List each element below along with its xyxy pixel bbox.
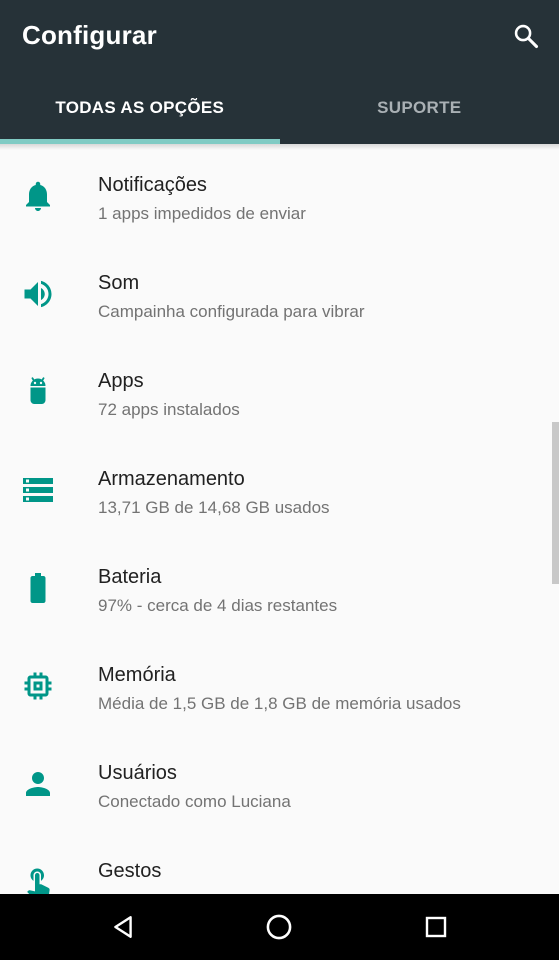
recents-icon [425, 916, 447, 938]
settings-item-label: Som [98, 272, 140, 294]
navigation-bar [0, 894, 559, 960]
back-icon [114, 916, 132, 938]
settings-item-apps[interactable]: Apps 72 apps instalados [0, 346, 559, 444]
person-icon [26, 772, 50, 796]
storage-icon [23, 478, 53, 502]
settings-item-label: Bateria [98, 566, 162, 588]
tab-suporte[interactable]: SUPORTE [280, 76, 559, 140]
settings-item-label: Gestos [98, 860, 162, 882]
settings-item-label: Notificações [98, 174, 207, 196]
settings-item-armazenamento[interactable]: Armazenamento 13,71 GB de 14,68 GB usado… [0, 444, 559, 542]
memory-icon [24, 672, 52, 700]
tab-todas-as-opcoes[interactable]: TODAS AS OPÇÕES [0, 76, 280, 140]
settings-item-label: Memória [98, 664, 176, 686]
settings-item-summary: Campainha configurada para vibrar [98, 302, 365, 321]
settings-item-usuarios[interactable]: Usuários Conectado como Luciana [0, 738, 559, 836]
settings-list: Notificações 1 apps impedidos de enviar … [0, 150, 559, 894]
settings-item-som[interactable]: Som Campainha configurada para vibrar [0, 248, 559, 346]
back-button[interactable] [98, 902, 148, 952]
settings-item-notificacoes[interactable]: Notificações 1 apps impedidos de enviar [0, 150, 559, 248]
volume-icon [24, 280, 52, 308]
settings-item-label: Usuários [98, 762, 177, 784]
settings-item-summary: 13,71 GB de 14,68 GB usados [98, 498, 330, 517]
app-bar: Configurar TODAS AS OPÇÕES SUPORTE [0, 0, 559, 144]
settings-item-label: Armazenamento [98, 468, 245, 490]
scrollbar[interactable] [552, 422, 559, 584]
settings-item-summary: 1 apps impedidos de enviar [98, 204, 306, 223]
gesture-icon [27, 868, 50, 894]
recents-button[interactable] [411, 902, 461, 952]
bell-icon [26, 181, 50, 211]
settings-item-bateria[interactable]: Bateria 97% - cerca de 4 dias restantes [0, 542, 559, 640]
home-button[interactable] [254, 902, 304, 952]
settings-item-label: Apps [98, 370, 144, 392]
search-icon [514, 24, 539, 49]
settings-item-summary: 97% - cerca de 4 dias restantes [98, 596, 338, 615]
search-button[interactable] [506, 16, 546, 56]
tab-bar: TODAS AS OPÇÕES SUPORTE [0, 76, 559, 144]
home-icon [266, 914, 292, 940]
settings-item-summary: 72 apps instalados [98, 400, 240, 419]
settings-item-summary: Conectado como Luciana [98, 792, 291, 811]
android-icon [30, 377, 46, 404]
page-title: Configurar [22, 20, 157, 50]
battery-icon [30, 573, 46, 603]
settings-item-memoria[interactable]: Memória Média de 1,5 GB de 1,8 GB de mem… [0, 640, 559, 738]
settings-item-summary: Média de 1,5 GB de 1,8 GB de memória usa… [98, 694, 461, 713]
settings-item-gestos[interactable]: Gestos [0, 836, 559, 894]
